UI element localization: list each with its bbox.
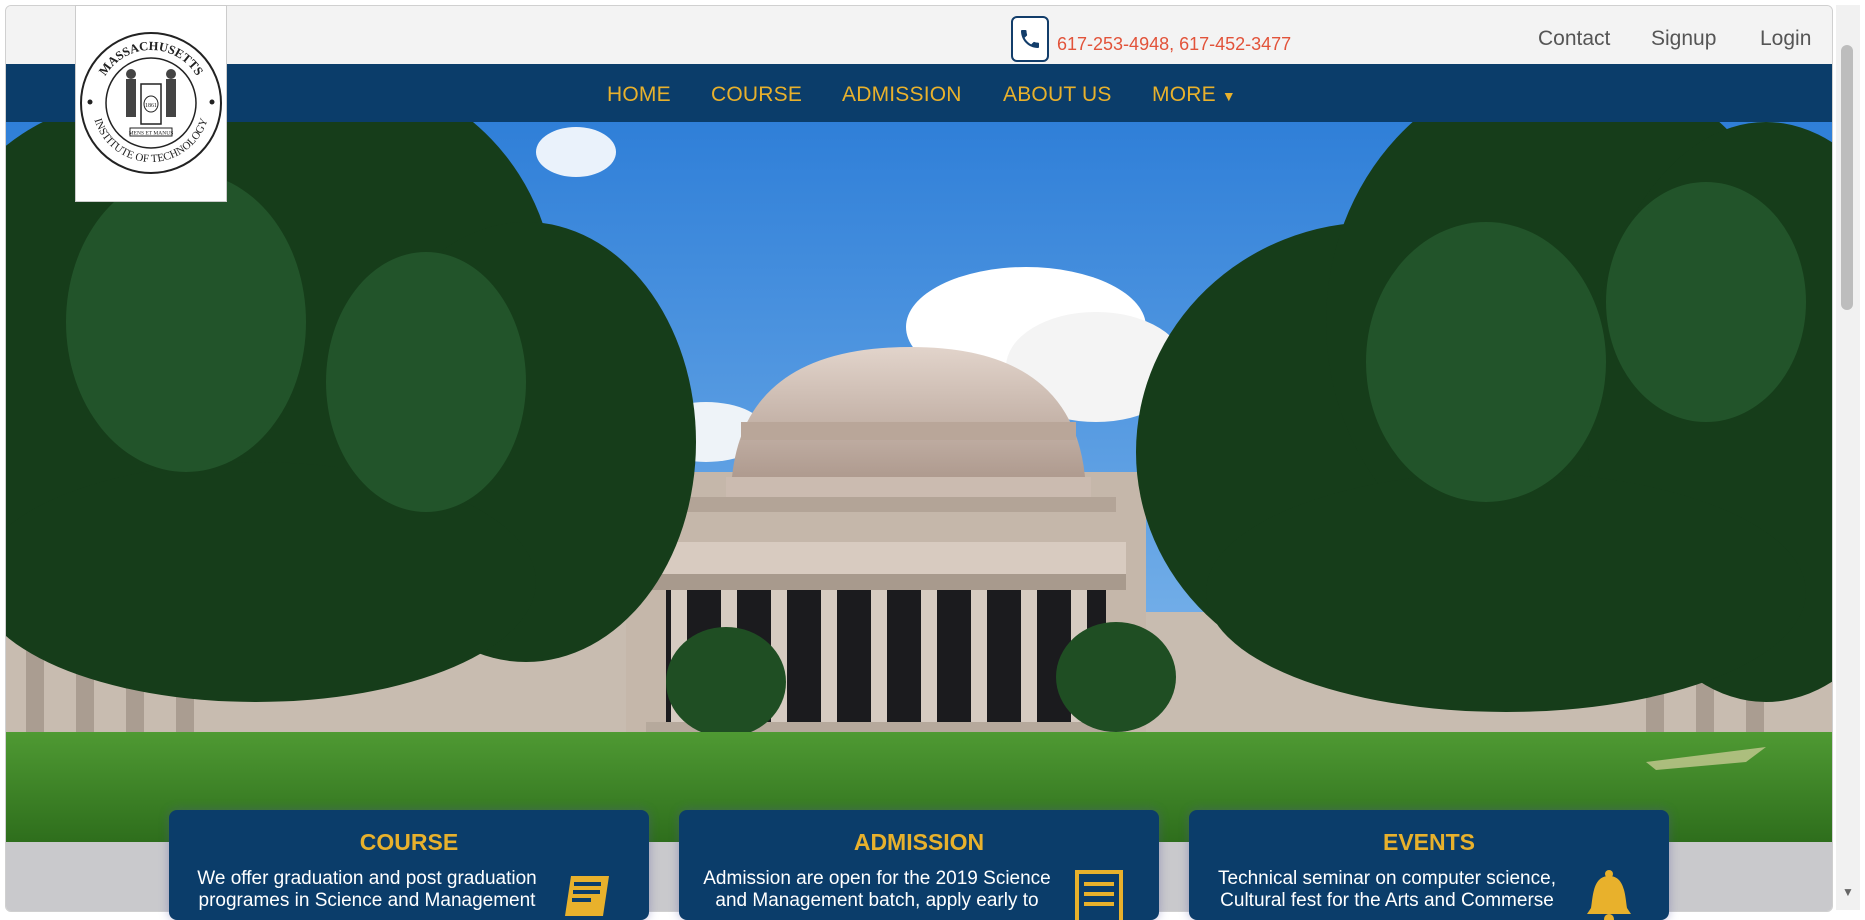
course-card[interactable]: COURSE We offer graduation and post grad…: [169, 810, 649, 920]
phone-numbers: 617-253-4948, 617-452-3477: [1057, 34, 1292, 54]
events-card[interactable]: EVENTS Technical seminar on computer sci…: [1189, 810, 1669, 920]
scroll-thumb[interactable]: [1841, 45, 1853, 310]
mit-seal-logo[interactable]: MASSACHUSETTS INSTITUTE OF TECHNOLOGY 18…: [75, 5, 227, 202]
events-card-text: Technical seminar on computer science, C…: [1218, 868, 1556, 911]
phone-icon: [1011, 16, 1049, 62]
nav-home[interactable]: HOME: [607, 83, 671, 107]
browser-page: 617-253-4948, 617-452-3477 Contact Signu…: [5, 5, 1833, 912]
bell-icon: [1581, 868, 1637, 920]
nav-admission[interactable]: ADMISSION: [842, 83, 962, 107]
scroll-down-icon[interactable]: ▼: [1842, 885, 1854, 899]
admission-card-text: Admission are open for the 2019 Science …: [703, 868, 1051, 911]
admission-card[interactable]: ADMISSION Admission are open for the 201…: [679, 810, 1159, 920]
top-bar: 617-253-4948, 617-452-3477 Contact Signu…: [6, 6, 1832, 64]
signup-link[interactable]: Signup: [1651, 27, 1716, 51]
book-icon: [561, 868, 617, 920]
seal-motto: MENS ET MANUS: [129, 131, 174, 137]
contact-link[interactable]: Contact: [1538, 27, 1610, 51]
course-card-text: We offer graduation and post graduation …: [197, 868, 537, 911]
login-link[interactable]: Login: [1760, 27, 1811, 51]
seal-year: 1861: [145, 103, 157, 109]
events-card-title: EVENTS: [1382, 829, 1476, 855]
nav-more-label: MORE: [1152, 83, 1216, 106]
nav-course[interactable]: COURSE: [711, 83, 802, 107]
campus-hero-image: [6, 122, 1832, 842]
page-scrollbar[interactable]: ▲ ▼: [1836, 5, 1860, 910]
form-icon: [1071, 868, 1127, 920]
nav-more[interactable]: MORE ▼: [1152, 83, 1236, 107]
course-card-title: COURSE: [359, 829, 459, 855]
nav-about-us[interactable]: ABOUT US: [1003, 83, 1112, 107]
admission-card-title: ADMISSION: [853, 829, 985, 855]
caret-down-icon: ▼: [1221, 88, 1236, 104]
main-nav: HOME COURSE ADMISSION ABOUT US MORE ▼: [6, 64, 1832, 122]
